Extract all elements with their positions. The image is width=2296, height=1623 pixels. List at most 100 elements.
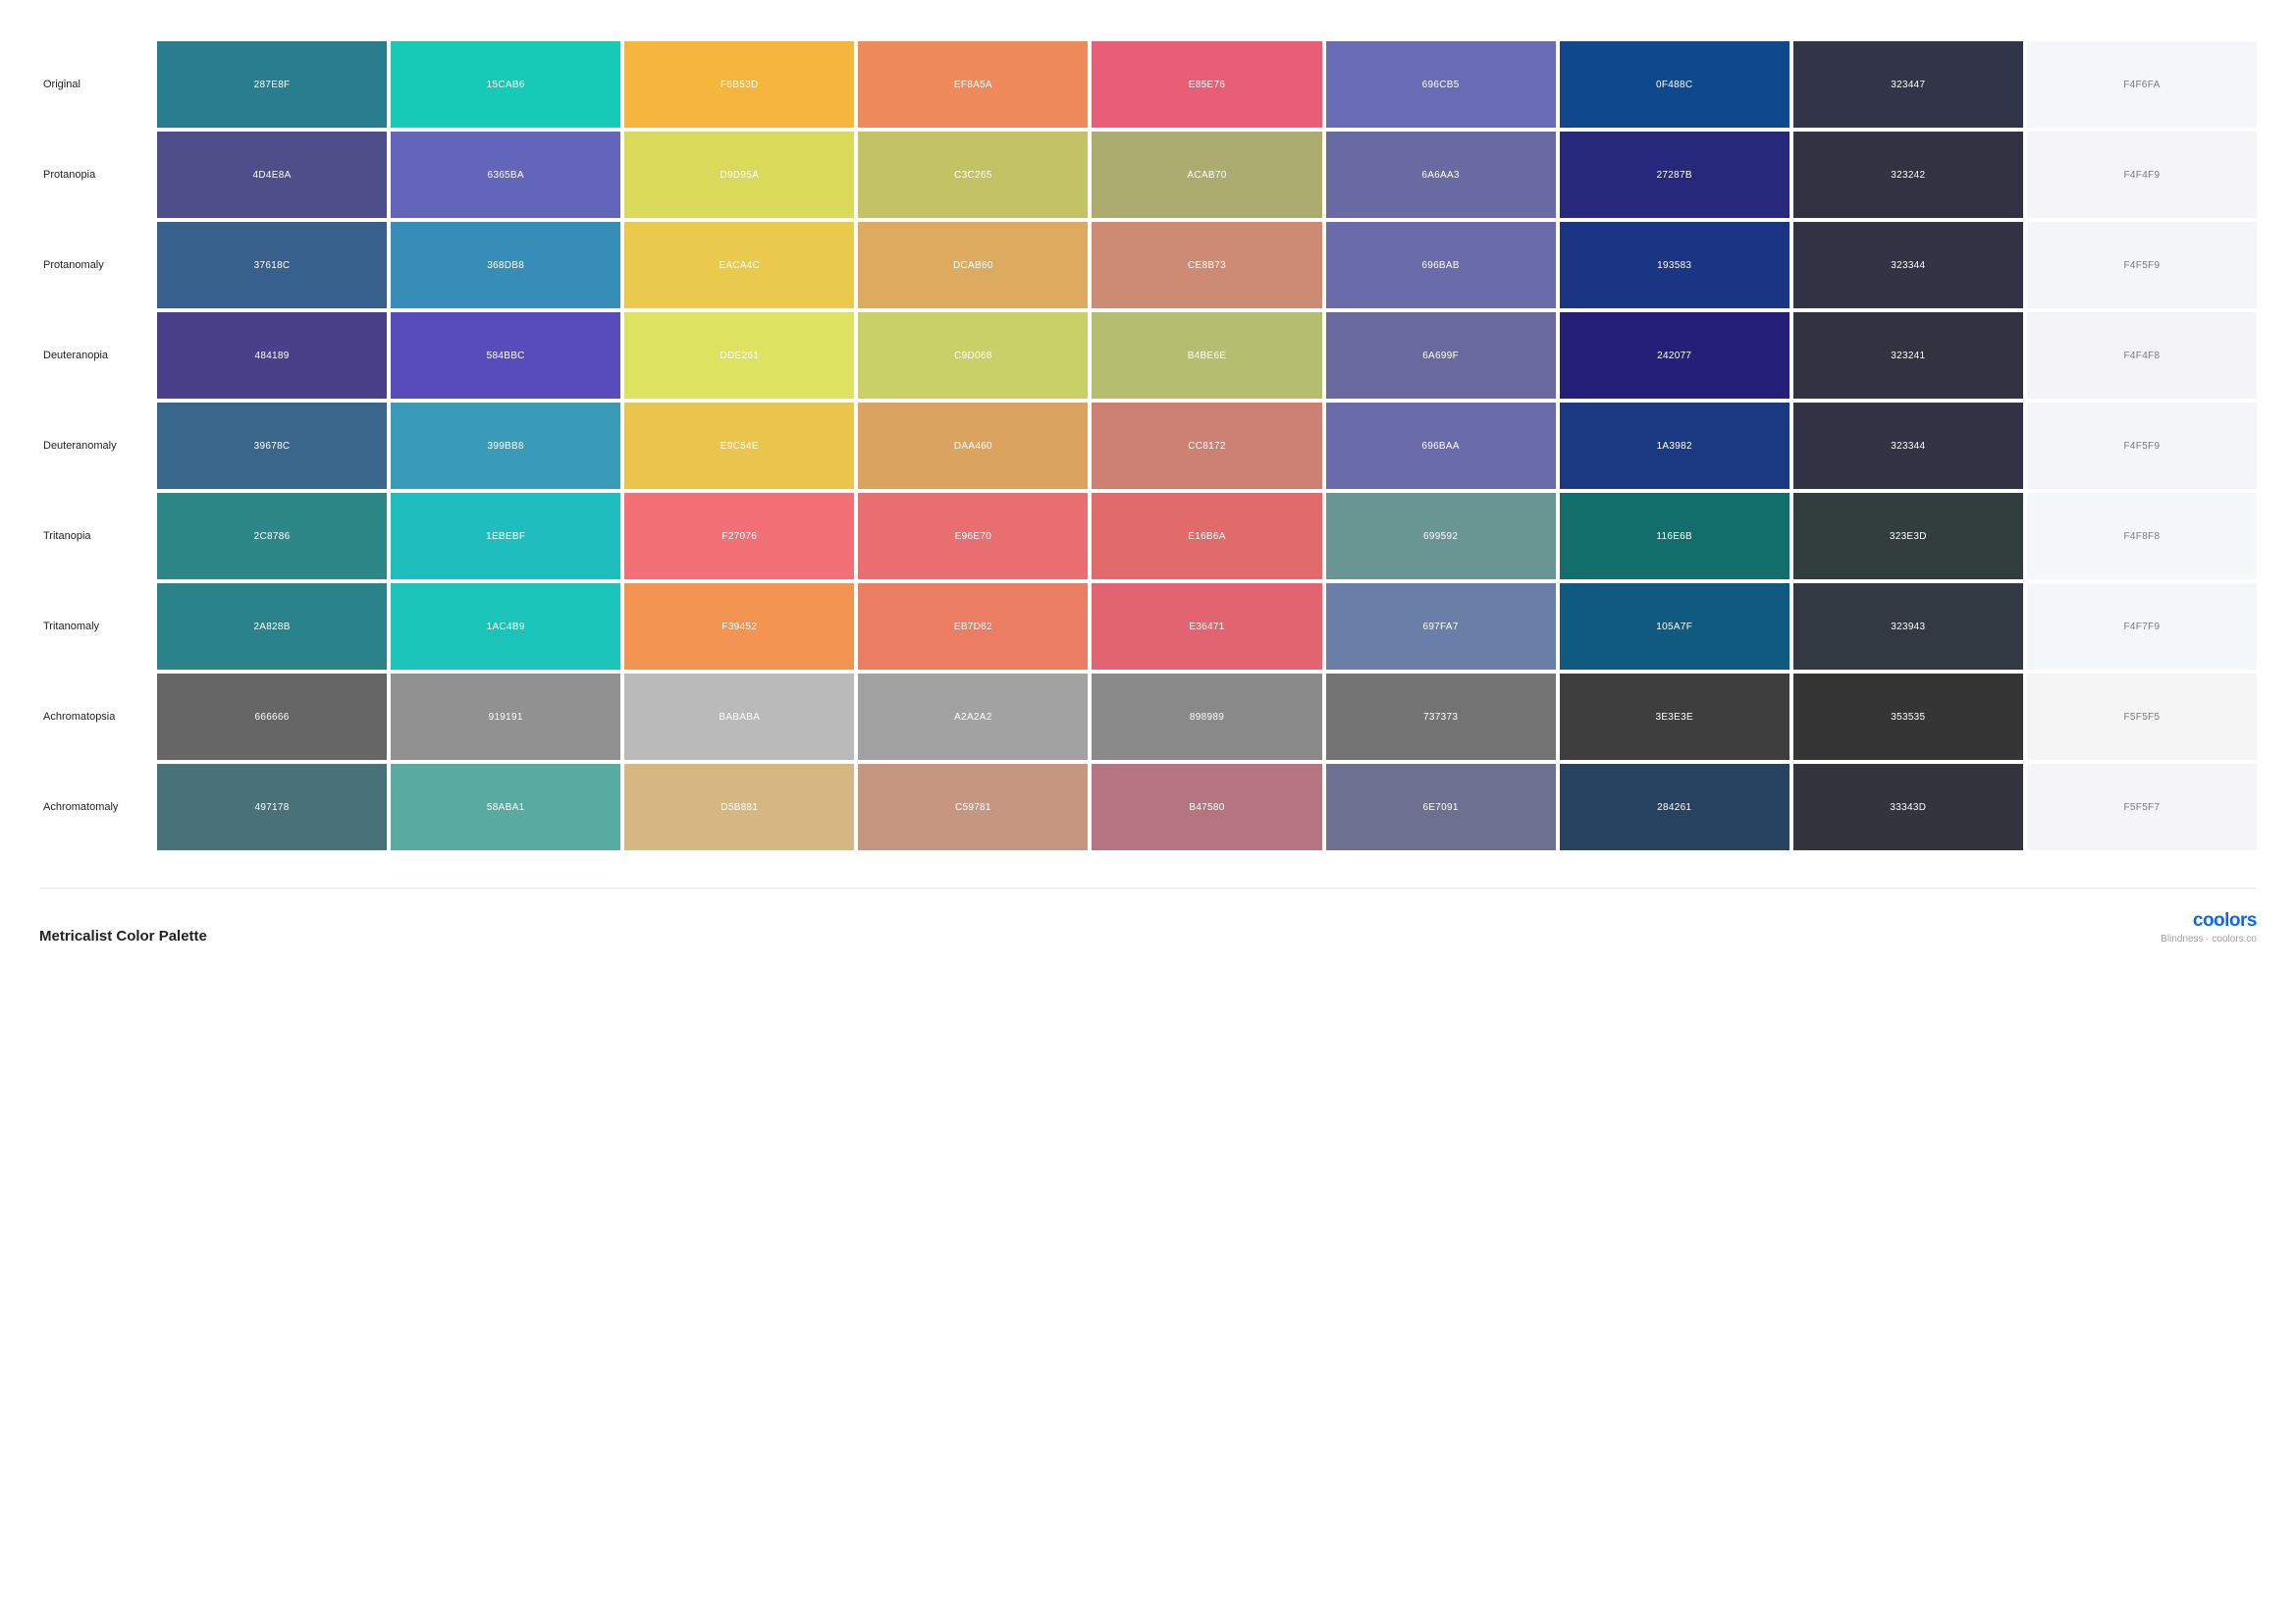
color-swatch[interactable]: F4F4F8 <box>2027 312 2257 399</box>
color-swatch[interactable]: CE8B73 <box>1092 222 1321 308</box>
color-swatch[interactable]: F4F5F9 <box>2027 222 2257 308</box>
color-swatch[interactable]: F27076 <box>624 493 854 579</box>
color-swatch[interactable]: E16B6A <box>1092 493 1321 579</box>
color-swatch[interactable]: 105A7F <box>1560 583 1789 670</box>
color-swatch[interactable]: F5F5F7 <box>2027 764 2257 850</box>
color-swatch[interactable]: 6A699F <box>1326 312 1556 399</box>
color-swatch[interactable]: 2A828B <box>157 583 387 670</box>
color-swatch[interactable]: 696BAA <box>1326 403 1556 489</box>
color-swatch[interactable]: 323344 <box>1793 403 2023 489</box>
color-swatch[interactable]: CC8172 <box>1092 403 1321 489</box>
swatch-strip: 2A828B1AC4B9F39452EB7D62E36471697FA7105A… <box>157 583 2257 670</box>
color-swatch[interactable]: 242077 <box>1560 312 1789 399</box>
color-swatch[interactable]: 323E3D <box>1793 493 2023 579</box>
row-label: Original <box>39 41 157 128</box>
color-swatch[interactable]: BABABA <box>624 674 854 760</box>
color-swatch[interactable]: 323344 <box>1793 222 2023 308</box>
color-swatch[interactable]: 1A3982 <box>1560 403 1789 489</box>
color-swatch[interactable]: E9C54E <box>624 403 854 489</box>
footer-divider <box>39 888 2257 889</box>
color-swatch[interactable]: DAA460 <box>858 403 1088 489</box>
color-swatch[interactable]: B4BE6E <box>1092 312 1321 399</box>
color-swatch[interactable]: C59781 <box>858 764 1088 850</box>
color-swatch[interactable]: F6B53D <box>624 41 854 128</box>
palette-table: Original287E8F15CAB6F6B53DEF8A5AE85E7669… <box>39 41 2257 850</box>
color-swatch[interactable]: 737373 <box>1326 674 1556 760</box>
swatch-strip: 666666919191BABABAA2A2A28989897373733E3E… <box>157 674 2257 760</box>
color-swatch[interactable]: D9D95A <box>624 132 854 218</box>
color-swatch[interactable]: 6A6AA3 <box>1326 132 1556 218</box>
color-swatch[interactable]: 6365BA <box>391 132 620 218</box>
color-swatch[interactable]: 697FA7 <box>1326 583 1556 670</box>
color-swatch[interactable]: 33343D <box>1793 764 2023 850</box>
color-swatch[interactable]: DCAB60 <box>858 222 1088 308</box>
color-swatch[interactable]: E36471 <box>1092 583 1321 670</box>
color-swatch[interactable]: 696BAB <box>1326 222 1556 308</box>
color-swatch[interactable]: 368DB8 <box>391 222 620 308</box>
color-swatch[interactable]: EF8A5A <box>858 41 1088 128</box>
color-swatch[interactable]: 193583 <box>1560 222 1789 308</box>
color-swatch[interactable]: EB7D62 <box>858 583 1088 670</box>
row-label: Protanopia <box>39 132 157 218</box>
brand-logo[interactable]: coolors <box>2161 910 2257 932</box>
color-swatch[interactable]: 323242 <box>1793 132 2023 218</box>
color-swatch[interactable]: F4F8F8 <box>2027 493 2257 579</box>
color-swatch[interactable]: F4F5F9 <box>2027 403 2257 489</box>
color-swatch[interactable]: 898989 <box>1092 674 1321 760</box>
color-swatch[interactable]: F5F5F5 <box>2027 674 2257 760</box>
palette-row: Achromatomaly49717858ABA1D5B881C59781B47… <box>39 764 2257 850</box>
color-swatch[interactable]: 497178 <box>157 764 387 850</box>
color-swatch[interactable]: 2C8786 <box>157 493 387 579</box>
color-swatch[interactable]: 116E6B <box>1560 493 1789 579</box>
color-swatch[interactable]: C9D068 <box>858 312 1088 399</box>
color-swatch[interactable]: 15CAB6 <box>391 41 620 128</box>
color-swatch[interactable]: 399BB8 <box>391 403 620 489</box>
color-swatch[interactable]: 666666 <box>157 674 387 760</box>
palette-row: Achromatopsia666666919191BABABAA2A2A2898… <box>39 674 2257 760</box>
color-swatch[interactable]: 699592 <box>1326 493 1556 579</box>
color-swatch[interactable]: DDE261 <box>624 312 854 399</box>
page-title: Metricalist Color Palette <box>39 928 207 945</box>
color-swatch[interactable]: F4F4F9 <box>2027 132 2257 218</box>
palette-row: Protanomaly37618C368DB8EACA4CDCAB60CE8B7… <box>39 222 2257 308</box>
footer-brand-block: coolors Blindness · coolors.co <box>2161 910 2257 945</box>
color-swatch[interactable]: 323241 <box>1793 312 2023 399</box>
row-label: Achromatomaly <box>39 764 157 850</box>
color-swatch[interactable]: F4F6FA <box>2027 41 2257 128</box>
color-swatch[interactable]: 39678C <box>157 403 387 489</box>
color-swatch[interactable]: 287E8F <box>157 41 387 128</box>
palette-row: Deuteranopia484189584BBCDDE261C9D068B4BE… <box>39 312 2257 399</box>
color-swatch[interactable]: 696CB5 <box>1326 41 1556 128</box>
palette-row: Protanopia4D4E8A6365BAD9D95AC3C265ACAB70… <box>39 132 2257 218</box>
color-swatch[interactable]: 1EBEBF <box>391 493 620 579</box>
palette-row: Tritanomaly2A828B1AC4B9F39452EB7D62E3647… <box>39 583 2257 670</box>
color-swatch[interactable]: B47580 <box>1092 764 1321 850</box>
palette-row: Original287E8F15CAB6F6B53DEF8A5AE85E7669… <box>39 41 2257 128</box>
color-swatch[interactable]: 58ABA1 <box>391 764 620 850</box>
palette-row: Deuteranomaly39678C399BB8E9C54EDAA460CC8… <box>39 403 2257 489</box>
color-swatch[interactable]: 484189 <box>157 312 387 399</box>
color-swatch[interactable]: 3E3E3E <box>1560 674 1789 760</box>
color-swatch[interactable]: 0F488C <box>1560 41 1789 128</box>
color-swatch[interactable]: 1AC4B9 <box>391 583 620 670</box>
color-swatch[interactable]: 323447 <box>1793 41 2023 128</box>
color-swatch[interactable]: F39452 <box>624 583 854 670</box>
color-swatch[interactable]: EACA4C <box>624 222 854 308</box>
color-swatch[interactable]: 584BBC <box>391 312 620 399</box>
color-swatch[interactable]: 323943 <box>1793 583 2023 670</box>
color-swatch[interactable]: 284261 <box>1560 764 1789 850</box>
color-swatch[interactable]: 919191 <box>391 674 620 760</box>
color-swatch[interactable]: C3C265 <box>858 132 1088 218</box>
color-swatch[interactable]: 353535 <box>1793 674 2023 760</box>
color-swatch[interactable]: F4F7F9 <box>2027 583 2257 670</box>
color-swatch[interactable]: E96E70 <box>858 493 1088 579</box>
color-swatch[interactable]: D5B881 <box>624 764 854 850</box>
color-swatch[interactable]: 37618C <box>157 222 387 308</box>
color-swatch[interactable]: 4D4E8A <box>157 132 387 218</box>
color-swatch[interactable]: ACAB70 <box>1092 132 1321 218</box>
palette-row: Tritanopia2C87861EBEBFF27076E96E70E16B6A… <box>39 493 2257 579</box>
color-swatch[interactable]: 27287B <box>1560 132 1789 218</box>
color-swatch[interactable]: E85E76 <box>1092 41 1321 128</box>
color-swatch[interactable]: A2A2A2 <box>858 674 1088 760</box>
color-swatch[interactable]: 6E7091 <box>1326 764 1556 850</box>
